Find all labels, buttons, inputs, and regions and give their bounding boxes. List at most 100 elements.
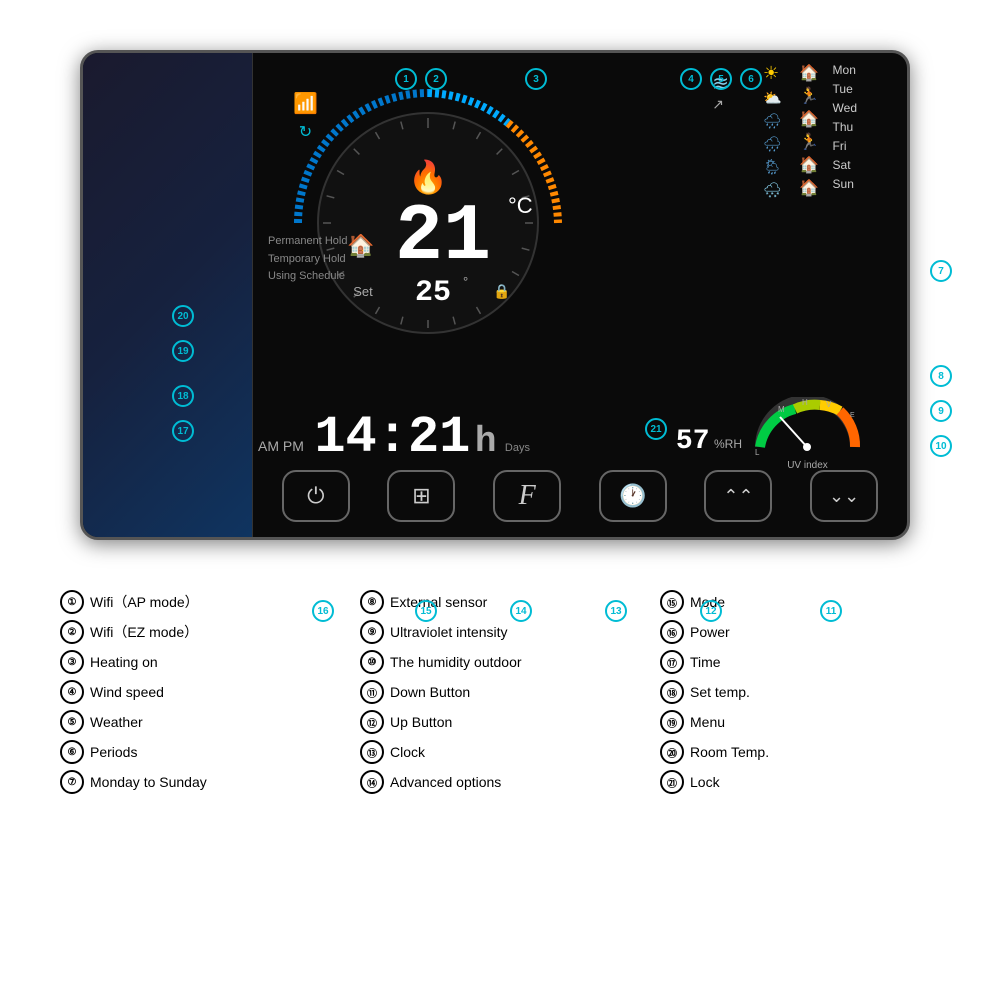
weather-rain1: 🌧 bbox=[763, 112, 782, 130]
svg-text:🔥: 🔥 bbox=[408, 159, 448, 195]
legend-text-21: Lock bbox=[690, 774, 720, 790]
legend-num-2: ② bbox=[60, 620, 84, 644]
annotation-4: 4 bbox=[680, 68, 702, 90]
weather-rain3: 🌦 bbox=[763, 158, 782, 176]
annotation-16: 16 bbox=[312, 600, 334, 622]
mode-icon: ⊞ bbox=[412, 483, 430, 509]
advanced-button[interactable]: F bbox=[493, 470, 561, 522]
device-container: 1 2 3 4 5 6 7 8 9 10 11 12 13 14 15 16 1… bbox=[60, 30, 930, 560]
house-mon: 🏠 bbox=[799, 63, 819, 83]
dial-area: 🔥 🏠 21 °C Set 25 ° 🔒 bbox=[273, 68, 583, 378]
legend-num-12: ⑫ bbox=[360, 710, 384, 734]
annotation-20: 20 bbox=[172, 305, 194, 327]
legend-num-13: ⑬ bbox=[360, 740, 384, 764]
down-button[interactable]: ⌄⌄ bbox=[810, 470, 878, 522]
legend-num-21: ㉑ bbox=[660, 770, 684, 794]
svg-text:🔒: 🔒 bbox=[493, 283, 510, 300]
legend-item-2: ② Wifi（EZ mode） bbox=[60, 620, 340, 644]
house-tue: 🏃 bbox=[799, 86, 819, 106]
legend-num-11: ⑪ bbox=[360, 680, 384, 704]
legend-num-17: ⑰ bbox=[660, 650, 684, 674]
legend-item-12: ⑫ Up Button bbox=[360, 710, 640, 734]
weather-rain2: 🌧 bbox=[763, 135, 782, 153]
day-thu: Thu bbox=[833, 120, 857, 134]
legend-item-20: ⑳ Room Temp. bbox=[660, 740, 940, 764]
legend-text-17: Time bbox=[690, 654, 721, 670]
weather-icons-col: ☀ ⛅ 🌧 🌧 🌦 🌨 bbox=[763, 63, 782, 204]
legend-text-19: Menu bbox=[690, 714, 725, 730]
legend-item-13: ⑬ Clock bbox=[360, 740, 640, 764]
day-mon: Mon bbox=[833, 63, 857, 77]
annotation-2: 2 bbox=[425, 68, 447, 90]
legend-text-12: Up Button bbox=[390, 714, 452, 730]
house-sat: 🏠 bbox=[799, 178, 819, 198]
annotation-18: 18 bbox=[172, 385, 194, 407]
annotation-15: 15 bbox=[415, 600, 437, 622]
main-display: 📶 ↻ bbox=[253, 53, 907, 537]
uv-gauge-area: L M H V E UV index bbox=[750, 397, 865, 467]
annotation-13: 13 bbox=[605, 600, 627, 622]
humidity-unit: %RH bbox=[714, 437, 742, 451]
legend-item-8: ⑧ External sensor bbox=[360, 590, 640, 614]
legend-text-6: Periods bbox=[90, 744, 137, 760]
legend-text-11: Down Button bbox=[390, 684, 470, 700]
legend-num-5: ⑤ bbox=[60, 710, 84, 734]
legend-item-6: ⑥ Periods bbox=[60, 740, 340, 764]
annotation-8: 8 bbox=[930, 365, 952, 387]
legend-item-9: ⑨ Ultraviolet intensity bbox=[360, 620, 640, 644]
legend-text-1: Wifi（AP mode） bbox=[90, 592, 199, 612]
svg-text:🏠: 🏠 bbox=[347, 233, 374, 258]
legend-item-21: ㉑ Lock bbox=[660, 770, 940, 794]
day-wed: Wed bbox=[833, 101, 857, 115]
weather-sun: ☀ bbox=[763, 63, 782, 84]
power-button[interactable]: ⏻ bbox=[282, 470, 350, 522]
annotation-5: 5 bbox=[710, 68, 732, 90]
annotation-1: 1 bbox=[395, 68, 417, 90]
legend-num-14: ⑭ bbox=[360, 770, 384, 794]
am-pm-label: AM PM bbox=[258, 438, 304, 454]
time-suffix: h bbox=[475, 421, 497, 462]
annotation-19: 19 bbox=[172, 340, 194, 362]
legend-num-4: ④ bbox=[60, 680, 84, 704]
annotation-17: 17 bbox=[172, 420, 194, 442]
uv-gauge-svg: L M H V E bbox=[750, 397, 865, 455]
legend-text-10: The humidity outdoor bbox=[390, 654, 522, 670]
legend-num-16: ⑯ bbox=[660, 620, 684, 644]
thermostat-device: 📶 ↻ bbox=[80, 50, 910, 540]
permanent-hold-label: Permanent Hold bbox=[268, 233, 348, 251]
up-icon: ⌃⌃ bbox=[723, 486, 753, 507]
annotation-6: 6 bbox=[740, 68, 762, 90]
legend-item-5: ⑤ Weather bbox=[60, 710, 340, 734]
annotation-9: 9 bbox=[930, 400, 952, 422]
left-mirror-panel bbox=[83, 53, 253, 537]
clock-button[interactable]: 🕐 bbox=[599, 470, 667, 522]
days-col: Mon Tue Wed Thu Fri Sat Sun bbox=[833, 63, 857, 196]
advanced-icon: F bbox=[519, 480, 536, 512]
legend-text-18: Set temp. bbox=[690, 684, 750, 700]
temporary-hold-label: Temporary Hold bbox=[268, 251, 348, 269]
annotation-21: 21 bbox=[645, 418, 667, 440]
legend-num-10: ⑩ bbox=[360, 650, 384, 674]
legend-text-16: Power bbox=[690, 624, 730, 640]
house-wed: 🏠 bbox=[799, 109, 819, 129]
hold-text-area: Permanent Hold Temporary Hold Using Sche… bbox=[268, 233, 348, 286]
svg-text:E: E bbox=[850, 412, 855, 419]
svg-text:V: V bbox=[826, 400, 832, 409]
day-fri: Fri bbox=[833, 139, 857, 153]
legend-text-5: Weather bbox=[90, 714, 143, 730]
legend-item-18: ⑱ Set temp. bbox=[660, 680, 940, 704]
house-fri: 🏠 bbox=[799, 155, 819, 175]
up-button[interactable]: ⌃⌃ bbox=[704, 470, 772, 522]
legend-item-4: ④ Wind speed bbox=[60, 680, 340, 704]
svg-text:M: M bbox=[778, 405, 785, 414]
mode-button[interactable]: ⊞ bbox=[387, 470, 455, 522]
legend-num-20: ⑳ bbox=[660, 740, 684, 764]
legend-num-1: ① bbox=[60, 590, 84, 614]
legend-num-18: ⑱ bbox=[660, 680, 684, 704]
annotation-11: 11 bbox=[820, 600, 842, 622]
legend-num-7: ⑦ bbox=[60, 770, 84, 794]
svg-text:Set: Set bbox=[353, 284, 373, 299]
legend-item-10: ⑩ The humidity outdoor bbox=[360, 650, 640, 674]
svg-text:21: 21 bbox=[395, 192, 491, 283]
svg-text:°: ° bbox=[463, 274, 468, 289]
